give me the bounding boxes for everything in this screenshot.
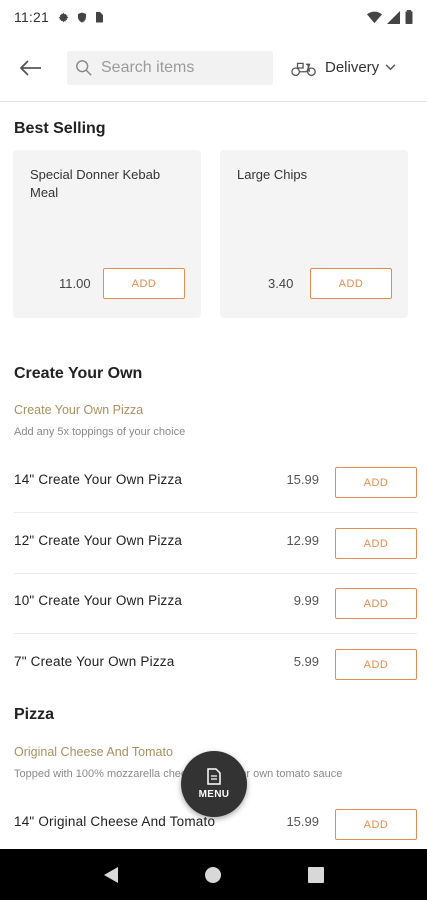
menu-item-price: 15.99	[286, 472, 319, 487]
menu-item-name: 14" Create Your Own Pizza	[14, 472, 183, 487]
chevron-down-icon	[385, 64, 396, 71]
menu-item-price: 9.99	[293, 593, 319, 608]
best-selling-card[interactable]: Large Chips 3.40 ADD	[220, 150, 408, 318]
search-icon	[76, 59, 92, 76]
menu-item-price: 15.99	[286, 814, 319, 829]
sim-card-icon	[96, 11, 103, 22]
status-time: 11:21	[14, 9, 49, 25]
menu-item-name: 14" Original Cheese And Tomato	[14, 814, 216, 829]
status-bar: 11:21	[0, 0, 427, 34]
add-button[interactable]: ADD	[310, 268, 392, 299]
add-button[interactable]: ADD	[335, 809, 417, 840]
cellular-signal-icon	[387, 10, 400, 24]
add-button[interactable]: ADD	[335, 649, 417, 680]
back-arrow-icon	[20, 59, 41, 76]
menu-item-price: 12.99	[286, 533, 319, 548]
best-selling-card[interactable]: Special Donner Kebab Meal 11.00 ADD	[13, 150, 201, 318]
menu-button-label: MENU	[198, 789, 230, 800]
nav-back-icon[interactable]	[103, 866, 119, 884]
menu-item-row[interactable]: 14" Create Your Own Pizza 15.99 ADD	[14, 452, 417, 513]
search-input[interactable]: Search items	[67, 50, 273, 85]
add-button[interactable]: ADD	[335, 528, 417, 559]
add-button[interactable]: ADD	[103, 268, 185, 299]
menu-item-row[interactable]: 10" Create Your Own Pizza 9.99 ADD	[14, 573, 417, 634]
subcategory-description: Topped with 100% mozzarella cheese and M…	[14, 768, 343, 780]
nav-home-icon[interactable]	[204, 866, 222, 884]
system-navigation-bar	[0, 849, 427, 900]
best-selling-item-price: 11.00	[59, 276, 91, 291]
menu-item-price: 5.99	[293, 654, 319, 669]
menu-item-row[interactable]: 12" Create Your Own Pizza 12.99 ADD	[14, 513, 417, 574]
menu-item-name: 7" Create Your Own Pizza	[14, 654, 175, 669]
delivery-label: Delivery	[325, 59, 380, 76]
best-selling-item-price: 3.40	[268, 276, 294, 291]
subcategory-description: Add any 5x toppings of your choice	[14, 426, 186, 438]
top-bar: Search items Delivery	[0, 34, 427, 102]
search-placeholder: Search items	[101, 58, 195, 76]
add-button[interactable]: ADD	[335, 467, 417, 498]
battery-icon	[405, 10, 413, 24]
scooter-icon	[291, 62, 316, 76]
subcategory-title: Original Cheese And Tomato	[14, 745, 173, 759]
subcategory-title: Create Your Own Pizza	[14, 403, 144, 417]
back-button[interactable]	[14, 51, 48, 85]
menu-button[interactable]: MENU	[181, 751, 247, 817]
menu-content[interactable]: Best Selling Special Donner Kebab Meal 1…	[0, 103, 427, 849]
menu-item-row[interactable]: 7" Create Your Own Pizza 5.99 ADD	[14, 634, 417, 695]
best-selling-item-name: Large Chips	[237, 167, 308, 182]
delivery-selector[interactable]: Delivery	[291, 59, 396, 77]
menu-item-name: 10" Create Your Own Pizza	[14, 593, 183, 608]
wifi-icon	[367, 11, 382, 23]
section-title-create-your-own: Create Your Own	[14, 365, 143, 382]
menu-item-name: 12" Create Your Own Pizza	[14, 533, 183, 548]
best-selling-item-name: Special Donner Kebab Meal	[30, 167, 161, 200]
add-button[interactable]: ADD	[335, 588, 417, 619]
menu-document-icon	[207, 768, 221, 785]
nav-recents-icon[interactable]	[308, 866, 325, 883]
section-title-best-selling: Best Selling	[14, 120, 106, 137]
section-title-pizza: Pizza	[14, 706, 55, 723]
shield-icon	[78, 12, 86, 22]
settings-icon	[58, 12, 69, 22]
